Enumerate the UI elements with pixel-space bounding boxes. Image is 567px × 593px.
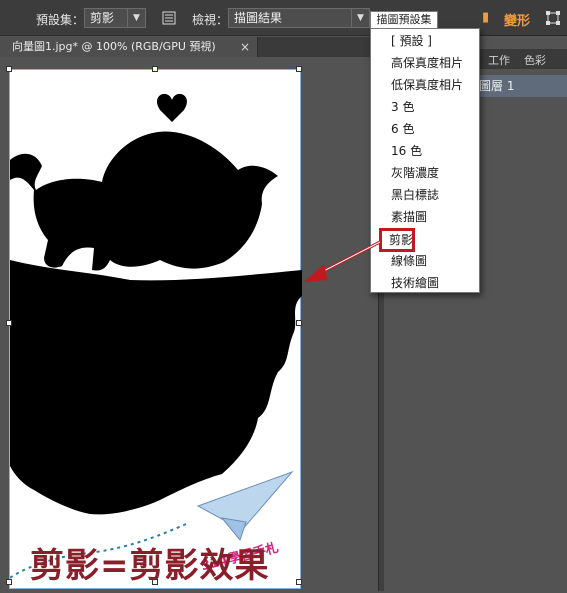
tab-work[interactable]: 工作 bbox=[488, 52, 510, 68]
menu-item-grayscale[interactable]: 灰階濃度 bbox=[371, 162, 479, 184]
resize-handle[interactable] bbox=[6, 579, 12, 585]
menu-item-3-colors[interactable]: 3 色 bbox=[371, 96, 479, 118]
menu-item-high-fidelity[interactable]: 高保真度相片 bbox=[371, 52, 479, 74]
menu-item-sketch[interactable]: 素描圖 bbox=[371, 206, 479, 228]
menu-item-16-colors[interactable]: 16 色 bbox=[371, 140, 479, 162]
transform-link[interactable]: 變形 bbox=[504, 10, 530, 29]
resize-handle[interactable] bbox=[296, 579, 302, 585]
chevron-down-icon: ▼ bbox=[351, 9, 369, 27]
preset-select[interactable]: 剪影 ▼ bbox=[84, 8, 146, 28]
tab-color[interactable]: 色彩 bbox=[524, 52, 546, 68]
resize-handle[interactable] bbox=[6, 66, 12, 72]
trace-options-icon[interactable] bbox=[160, 9, 178, 27]
view-label: 檢視： bbox=[192, 13, 229, 27]
resize-handle[interactable] bbox=[296, 66, 302, 72]
canvas-area[interactable]: 314學習手札 bbox=[0, 57, 378, 591]
menu-tooltip: 描圖預設集 bbox=[370, 11, 438, 29]
resize-handle[interactable] bbox=[6, 320, 12, 326]
control-bar: 預設集： 剪影 ▼ 檢視： 描圖結果 ▼ ▮ 變形 bbox=[0, 0, 567, 36]
transform-icon[interactable] bbox=[544, 9, 562, 27]
caption-text: 剪影=剪影效果 bbox=[30, 546, 270, 586]
silhouette-artwork bbox=[9, 93, 302, 579]
chevron-down-icon: ▼ bbox=[127, 9, 145, 27]
menu-item-bw-logo[interactable]: 黑白標誌 bbox=[371, 184, 479, 206]
view-select[interactable]: 描圖結果 ▼ bbox=[228, 8, 370, 28]
resize-handle[interactable] bbox=[152, 66, 158, 72]
orange-glyph: ▮ bbox=[482, 10, 490, 25]
layer-name: 圖層 1 bbox=[479, 79, 515, 93]
menu-item-default[interactable]: [ 預設 ] bbox=[371, 30, 479, 52]
preset-label: 預設集： bbox=[36, 13, 85, 27]
annotation-arrow-icon bbox=[304, 240, 381, 282]
menu-item-6-colors[interactable]: 6 色 bbox=[371, 118, 479, 140]
preset-select-value: 剪影 bbox=[90, 11, 115, 25]
document-tab[interactable]: 向量圖1.jpg* @ 100% (RGB/GPU 預視) × bbox=[0, 37, 258, 57]
resize-handle[interactable] bbox=[296, 320, 302, 326]
artboard[interactable]: 314學習手札 bbox=[9, 69, 302, 589]
document-tab-title: 向量圖1.jpg* @ 100% (RGB/GPU 預視) bbox=[12, 40, 216, 53]
menu-item-low-fidelity[interactable]: 低保真度相片 bbox=[371, 74, 479, 96]
document-tab-bar: 向量圖1.jpg* @ 100% (RGB/GPU 預視) × bbox=[0, 37, 380, 57]
view-select-value: 描圖結果 bbox=[234, 11, 283, 25]
close-icon[interactable]: × bbox=[240, 37, 250, 57]
